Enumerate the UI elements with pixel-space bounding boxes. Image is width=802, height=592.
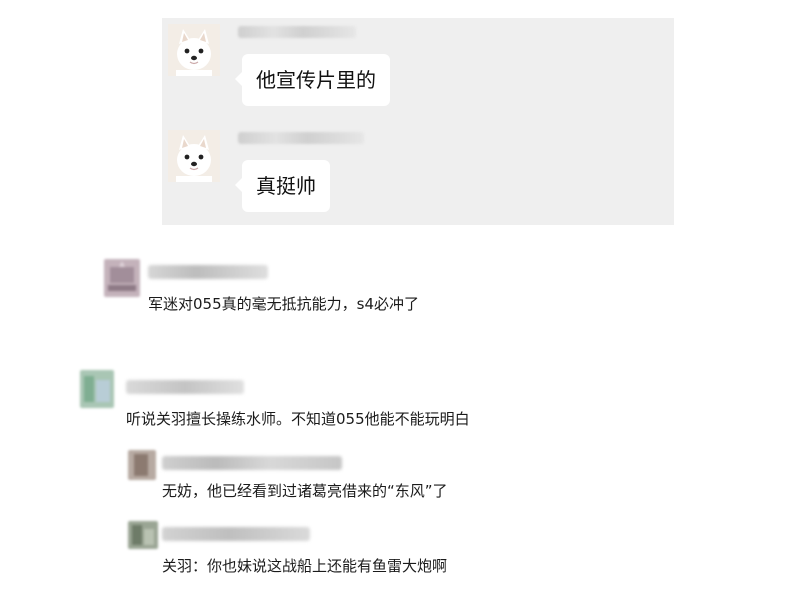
sender-name-blurred	[238, 132, 364, 144]
white-dog-avatar-icon	[168, 130, 220, 182]
sender-name-blurred	[238, 26, 356, 38]
reply-text: 无妨，他已经看到过诸葛亮借来的“东风”了	[162, 482, 448, 500]
avatar[interactable]	[80, 370, 114, 408]
avatar[interactable]	[128, 450, 156, 480]
avatar[interactable]	[128, 521, 158, 549]
reply-text: 关羽：你也妹说这战船上还能有鱼雷大炮啊	[162, 557, 448, 575]
chat-screenshot: 他宣传片里的 真挺帅	[162, 18, 674, 225]
commenter-name-blurred	[148, 265, 268, 279]
comment-text: 听说关羽擅长操练水师。不知道055他能不能玩明白	[126, 410, 470, 428]
commenter-name-blurred	[126, 380, 244, 394]
chat-bubble: 他宣传片里的	[235, 54, 390, 106]
commenter-name-blurred	[162, 527, 310, 541]
avatar[interactable]	[104, 259, 140, 297]
commenter-name-blurred	[162, 456, 342, 470]
chat-bubble: 真挺帅	[235, 160, 330, 212]
white-dog-avatar-icon	[168, 24, 220, 76]
comment-text: 军迷对055真的毫无抵抗能力，s4必冲了	[148, 295, 419, 313]
